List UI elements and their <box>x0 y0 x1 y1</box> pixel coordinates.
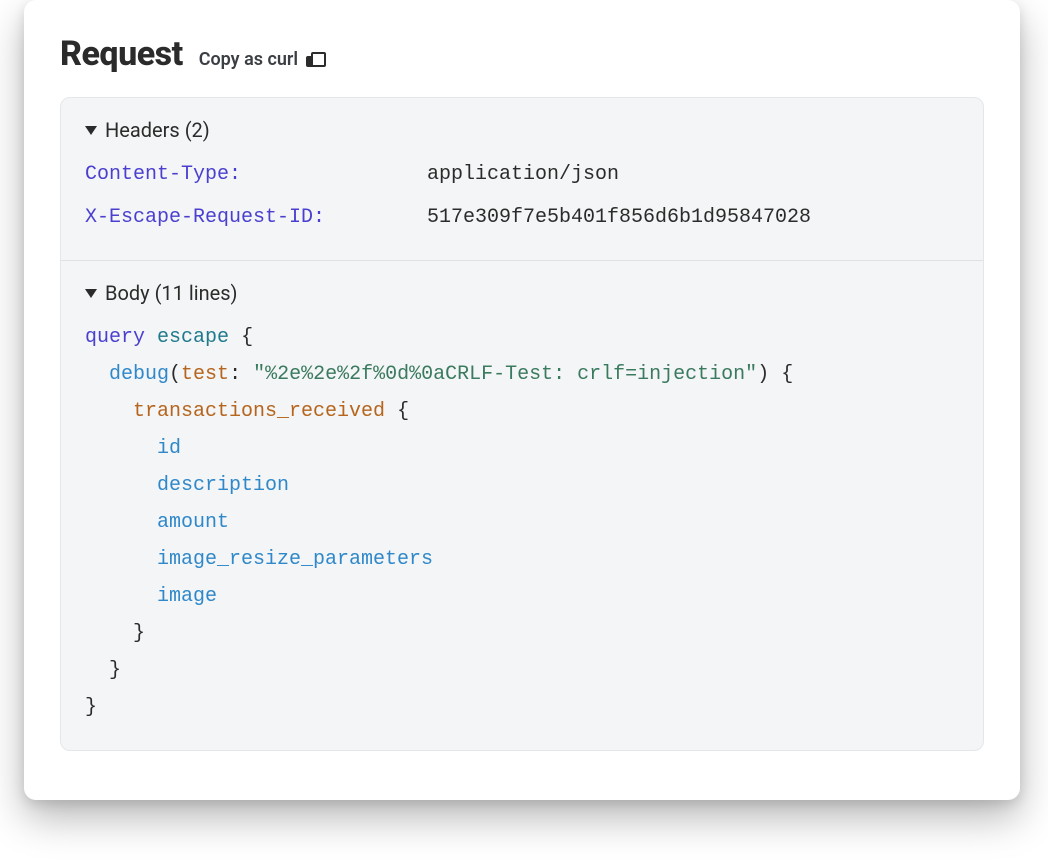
headers-section: Headers (2) Content-Type: application/js… <box>61 98 983 260</box>
code-punc: ( <box>169 363 181 386</box>
code-punc: } <box>133 622 145 645</box>
body-section: Body (11 lines) query escape { debug(tes… <box>61 260 983 750</box>
request-body-code: query escape { debug(test: "%2e%2e%2f%0d… <box>85 319 959 726</box>
body-label: Body (11 lines) <box>105 281 238 305</box>
header-key: Content-Type: <box>85 156 415 193</box>
code-field: image <box>157 585 217 608</box>
code-field: amount <box>157 511 229 534</box>
headers-label: Headers (2) <box>105 118 210 142</box>
copy-as-curl-label: Copy as curl <box>199 49 298 70</box>
code-field: id <box>157 437 181 460</box>
copy-as-curl-button[interactable]: Copy as curl <box>199 49 322 70</box>
request-panel: Headers (2) Content-Type: application/js… <box>60 97 984 751</box>
code-punc: ) { <box>757 363 793 386</box>
code-punc: { <box>397 400 409 423</box>
header-key: X-Escape-Request-ID: <box>85 199 415 236</box>
header-value: application/json <box>427 156 959 193</box>
code-field: debug <box>109 363 169 386</box>
headers-table: Content-Type: application/json X-Escape-… <box>85 156 959 236</box>
chevron-down-icon <box>85 289 97 298</box>
page-title: Request <box>60 36 183 73</box>
code-keyword: query <box>85 326 145 349</box>
code-operation: escape <box>157 326 229 349</box>
headers-toggle[interactable]: Headers (2) <box>85 118 959 142</box>
title-row: Request Copy as curl <box>60 36 984 73</box>
body-toggle[interactable]: Body (11 lines) <box>85 281 959 305</box>
code-field: image_resize_parameters <box>157 548 433 571</box>
header-value: 517e309f7e5b401f856d6b1d95847028 <box>427 199 959 236</box>
code-subselection: transactions_received <box>133 400 385 423</box>
code-punc: } <box>109 659 121 682</box>
request-card: Request Copy as curl Headers (2) Content… <box>24 0 1020 800</box>
copy-icon <box>306 52 322 68</box>
chevron-down-icon <box>85 126 97 135</box>
code-arg: test <box>181 363 229 386</box>
code-punc: } <box>85 696 97 719</box>
code-field: description <box>157 474 289 497</box>
code-string: "%2e%2e%2f%0d%0aCRLF-Test: crlf=injectio… <box>253 363 757 386</box>
code-punc: { <box>241 326 253 349</box>
code-punc: : <box>229 363 241 386</box>
